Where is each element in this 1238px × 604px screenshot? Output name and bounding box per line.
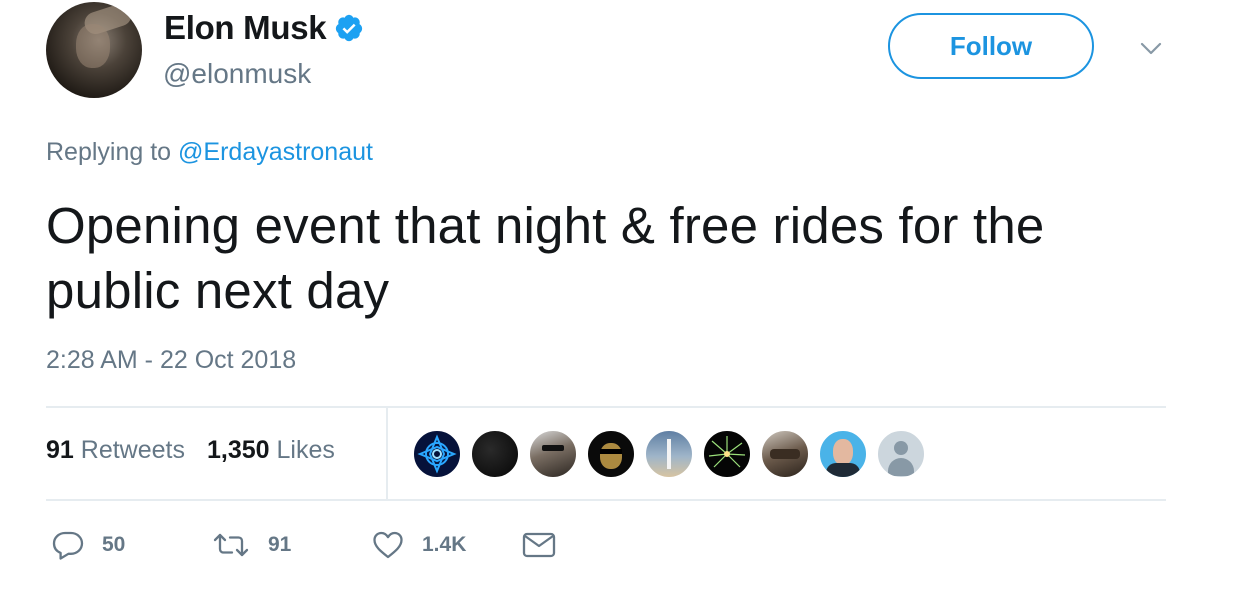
- heart-icon: [373, 531, 403, 559]
- author-avatar[interactable]: [46, 2, 142, 98]
- liker-avatar-8[interactable]: [819, 430, 867, 478]
- divider-bottom: [46, 499, 1166, 501]
- follow-button[interactable]: Follow: [888, 13, 1094, 79]
- liker-avatar-6[interactable]: [703, 430, 751, 478]
- likes-label: Likes: [276, 436, 335, 464]
- reply-icon: [52, 531, 84, 560]
- author-handle[interactable]: @elonmusk: [163, 58, 311, 90]
- divider-vertical: [386, 408, 388, 500]
- likers-avatars: [413, 430, 935, 478]
- liker-avatar-3[interactable]: [529, 430, 577, 478]
- retweets-count: 91: [46, 436, 74, 464]
- liker-avatar-5[interactable]: [645, 430, 693, 478]
- retweet-action[interactable]: 91: [212, 531, 372, 559]
- reply-count: 50: [102, 533, 126, 556]
- author-name-row[interactable]: Elon Musk: [164, 8, 364, 48]
- liker-avatar-1[interactable]: [413, 430, 461, 478]
- dm-action[interactable]: [522, 531, 556, 559]
- tweet-text: Opening event that night & free rides fo…: [46, 197, 1045, 319]
- chevron-down-icon[interactable]: [1140, 42, 1162, 56]
- liker-avatar-7[interactable]: [761, 430, 809, 478]
- liker-avatar-2[interactable]: [471, 430, 519, 478]
- replying-to: Replying to @Erdayastronaut: [46, 138, 373, 167]
- like-count: 1.4K: [422, 533, 467, 556]
- retweets-label: Retweets: [80, 436, 185, 464]
- divider-top: [46, 406, 1166, 408]
- retweets-stat[interactable]: 91 Retweets: [46, 436, 185, 465]
- tweet-actions: 50 91 1.4K: [52, 530, 556, 560]
- likes-count: 1,350: [206, 436, 270, 464]
- envelope-icon: [522, 532, 556, 558]
- likes-stat[interactable]: 1,350 Likes: [207, 436, 335, 465]
- reply-mention-link[interactable]: @Erdayastronaut: [178, 138, 373, 166]
- liker-avatar-4[interactable]: [587, 430, 635, 478]
- author-name[interactable]: Elon Musk: [164, 9, 327, 47]
- retweet-icon: [213, 533, 249, 557]
- like-action[interactable]: 1.4K: [372, 530, 522, 560]
- liker-avatar-9[interactable]: [877, 430, 925, 478]
- replying-to-label: Replying to: [46, 138, 172, 166]
- reply-action[interactable]: 50: [52, 530, 212, 560]
- tweet-stats: 91 Retweets 1,350 Likes: [46, 436, 357, 465]
- tweet-timestamp[interactable]: 2:28 AM - 22 Oct 2018: [46, 346, 296, 375]
- retweet-count: 91: [268, 533, 292, 556]
- verified-badge-icon: [336, 14, 363, 42]
